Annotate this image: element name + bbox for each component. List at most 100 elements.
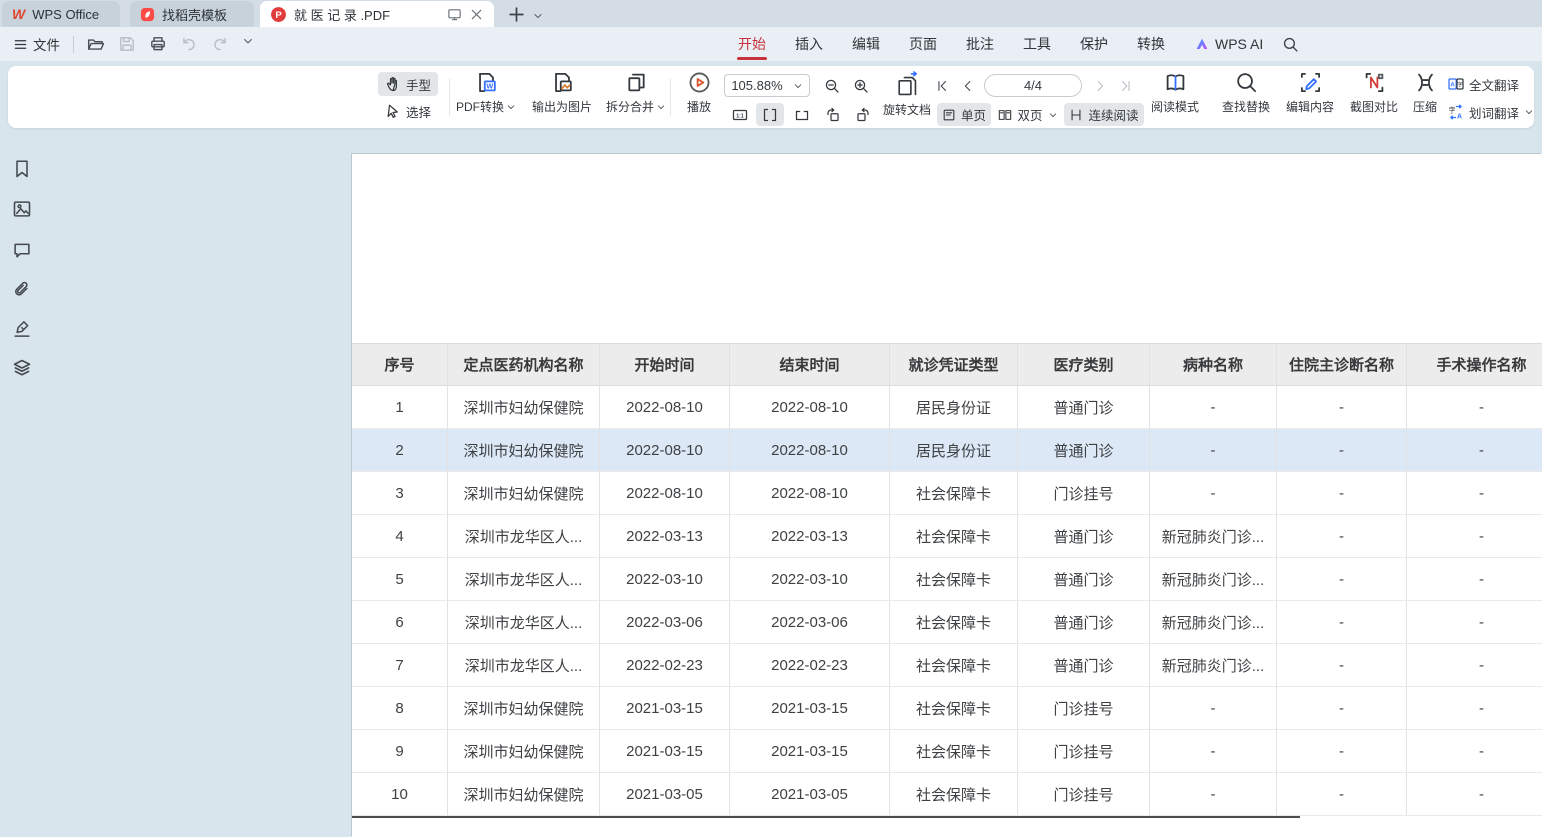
table-cell: 社会保障卡: [890, 601, 1018, 644]
single-page-label: 单页: [961, 105, 986, 124]
hand-tool-button[interactable]: 手型: [378, 72, 438, 96]
table-cell: 新冠肺炎门诊...: [1150, 515, 1277, 558]
chevron-down-icon: [1524, 107, 1534, 117]
rotate-left-button[interactable]: [820, 103, 846, 126]
full-translate-icon: A字: [1448, 76, 1464, 92]
table-cell: -: [1407, 644, 1542, 687]
table-row: 2深圳市妇幼保健院2022-08-102022-08-10居民身份证普通门诊--…: [352, 429, 1542, 472]
menu-edit[interactable]: 编辑: [852, 27, 880, 61]
quick-access-chevron-icon[interactable]: [242, 35, 254, 53]
menu-protect[interactable]: 保护: [1080, 27, 1108, 61]
comment-icon[interactable]: [12, 240, 32, 260]
select-tool-button[interactable]: 选择: [378, 99, 438, 123]
zoom-in-button[interactable]: [849, 74, 873, 98]
find-replace-button[interactable]: 查找替换: [1214, 71, 1278, 125]
chevron-down-icon: [793, 81, 803, 91]
one-to-one-icon: 1:1: [732, 107, 748, 123]
new-tab-button[interactable]: [508, 6, 525, 23]
chevron-down-icon: [506, 102, 516, 112]
compress-label: 压缩: [1413, 98, 1437, 115]
rotate-document-button[interactable]: 旋转文档: [876, 71, 938, 125]
close-tab-icon[interactable]: [469, 7, 484, 22]
open-file-icon[interactable]: [87, 35, 105, 53]
table-row: 5深圳市龙华区人...2022-03-102022-03-10社会保障卡普通门诊…: [352, 558, 1542, 601]
select-tool-label: 选择: [406, 102, 431, 121]
table-cell: -: [1407, 601, 1542, 644]
split-merge-button[interactable]: 拆分合并: [598, 71, 674, 125]
word-translate-button[interactable]: 字A 划词翻译: [1448, 101, 1534, 123]
docer-logo-icon: [140, 7, 155, 22]
pdf-convert-button[interactable]: W PDF转换: [450, 71, 522, 125]
page-indicator-input[interactable]: 4/4: [984, 74, 1082, 97]
split-merge-label: 拆分合并: [606, 98, 654, 115]
undo-icon[interactable]: [180, 35, 198, 53]
table-cell: 普通门诊: [1018, 386, 1150, 429]
menu-page[interactable]: 页面: [909, 27, 937, 61]
menu-annotate[interactable]: 批注: [966, 27, 994, 61]
last-page-button[interactable]: [1115, 74, 1137, 98]
menu-wps-ai[interactable]: WPS AI: [1194, 27, 1263, 61]
single-page-toggle[interactable]: 单页: [937, 103, 991, 126]
menu-insert[interactable]: 插入: [795, 27, 823, 61]
print-icon[interactable]: [149, 35, 167, 53]
menu-home[interactable]: 开始: [738, 27, 766, 61]
present-to-screen-icon[interactable]: [447, 7, 462, 22]
table-cell: 2021-03-15: [730, 730, 890, 773]
actual-size-button[interactable]: 1:1: [728, 103, 752, 126]
zoom-out-button[interactable]: [820, 74, 844, 98]
compress-button[interactable]: 压缩: [1400, 71, 1450, 125]
table-cell: -: [1277, 472, 1407, 515]
table-cell: 深圳市龙华区人...: [448, 644, 600, 687]
screenshot-compare-button[interactable]: 截图对比: [1342, 71, 1406, 125]
screenshot-compare-label: 截图对比: [1350, 98, 1398, 115]
next-page-button[interactable]: [1090, 74, 1110, 98]
table-cell: 10: [352, 773, 448, 816]
table-header-cell: 序号: [352, 343, 448, 386]
tab-wps-office[interactable]: W WPS Office: [2, 1, 120, 27]
table-cell: 2022-08-10: [600, 472, 730, 515]
full-translate-button[interactable]: A字 全文翻译: [1448, 73, 1519, 95]
signature-icon[interactable]: [12, 319, 32, 339]
read-mode-button[interactable]: 阅读模式: [1144, 71, 1206, 125]
table-cell: 2022-03-10: [730, 558, 890, 601]
fit-width-icon: [762, 107, 778, 123]
table-cell: -: [1407, 386, 1542, 429]
previous-page-button[interactable]: [958, 74, 978, 98]
hand-tool-label: 手型: [406, 75, 431, 94]
double-page-toggle[interactable]: 双页: [996, 103, 1060, 126]
table-cell: -: [1277, 429, 1407, 472]
first-page-button[interactable]: [932, 74, 952, 98]
tab-docer-templates[interactable]: 找稻壳模板: [130, 1, 254, 27]
attachment-icon[interactable]: [12, 280, 32, 300]
layers-icon[interactable]: [12, 358, 32, 378]
fit-page-button[interactable]: [789, 103, 815, 126]
search-icon[interactable]: [1282, 36, 1299, 53]
table-row: 10深圳市妇幼保健院2021-03-052021-03-05社会保障卡门诊挂号-…: [352, 773, 1542, 816]
menu-convert[interactable]: 转换: [1137, 27, 1165, 61]
save-icon[interactable]: [118, 35, 136, 53]
play-button[interactable]: 播放: [676, 71, 722, 125]
fit-width-button[interactable]: [756, 103, 784, 126]
table-cell: 2022-08-10: [600, 386, 730, 429]
table-cell: 1: [352, 386, 448, 429]
redo-icon[interactable]: [211, 35, 229, 53]
edit-content-button[interactable]: 编辑内容: [1278, 71, 1342, 125]
bookmark-icon[interactable]: [12, 159, 32, 179]
zoom-level-dropdown[interactable]: 105.88%: [724, 74, 810, 97]
table-row: 1深圳市妇幼保健院2022-08-102022-08-10居民身份证普通门诊--…: [352, 386, 1542, 429]
tab-document-pdf[interactable]: P 就 医 记 录 .PDF: [260, 1, 494, 27]
rotate-right-button[interactable]: [850, 103, 876, 126]
rotate-document-label: 旋转文档: [883, 101, 931, 118]
zoom-level-value: 105.88%: [731, 78, 782, 93]
table-cell: 2022-08-10: [730, 386, 890, 429]
table-cell: 社会保障卡: [890, 687, 1018, 730]
file-menu-button[interactable]: 文件: [13, 34, 60, 54]
menu-tools[interactable]: 工具: [1023, 27, 1051, 61]
pdf-page[interactable]: 序号定点医药机构名称开始时间结束时间就诊凭证类型医疗类别病种名称住院主诊断名称手…: [352, 154, 1542, 837]
export-image-button[interactable]: 输出为图片: [524, 71, 600, 125]
zoom-in-icon: [853, 78, 869, 94]
thumbnail-icon[interactable]: [12, 199, 32, 219]
tab-list-chevron-icon[interactable]: [533, 11, 543, 21]
table-cell: 门诊挂号: [1018, 472, 1150, 515]
continuous-read-toggle[interactable]: 连续阅读: [1064, 103, 1144, 126]
